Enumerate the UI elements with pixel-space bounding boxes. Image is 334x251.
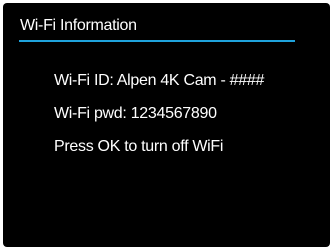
- wifi-info-screen: Wi-Fi Information Wi-Fi ID: Alpen 4K Cam…: [3, 3, 330, 247]
- screen-title: Wi-Fi Information: [20, 17, 137, 34]
- turn-off-instruction: Press OK to turn off WiFi: [54, 138, 224, 155]
- title-divider: [19, 40, 295, 42]
- wifi-password-text: Wi-Fi pwd: 1234567890: [54, 105, 217, 122]
- wifi-id-text: Wi-Fi ID: Alpen 4K Cam - ####: [54, 72, 265, 89]
